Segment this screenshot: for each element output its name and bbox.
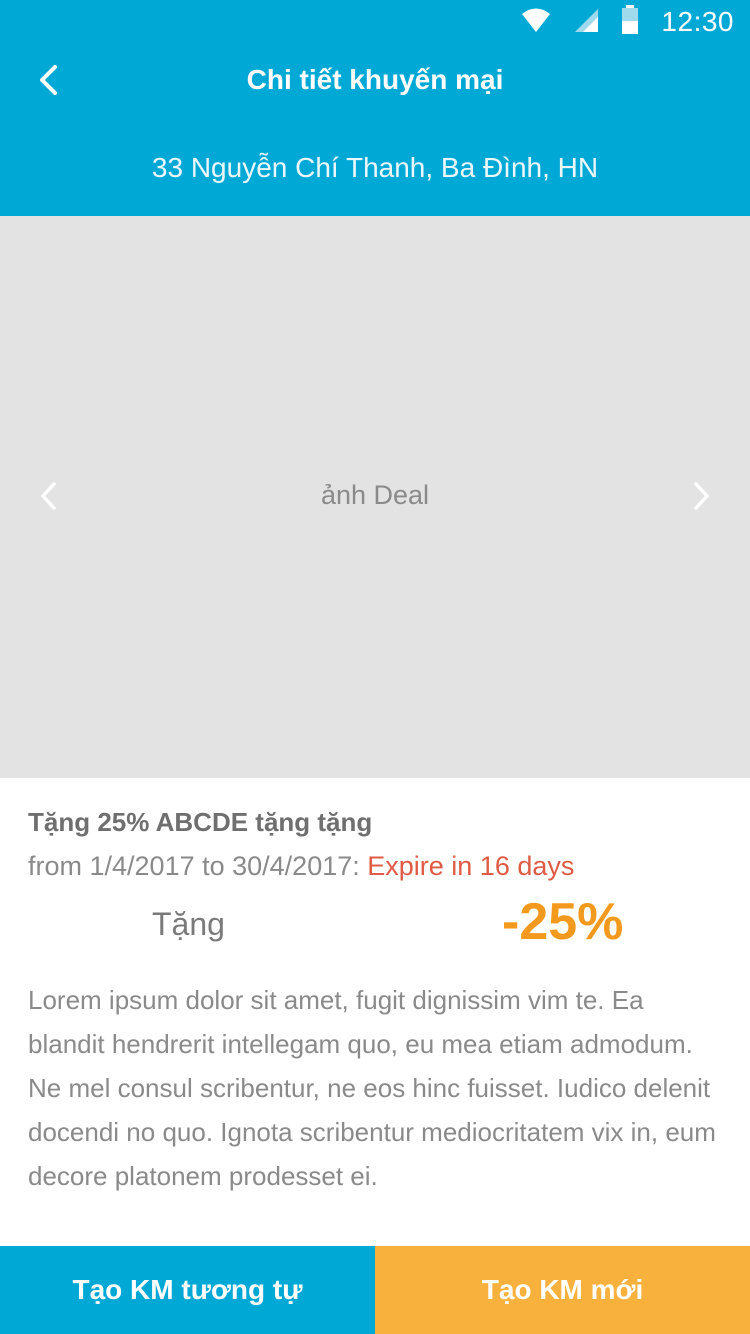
toolbar: Chi tiết khuyến mại [0, 44, 750, 120]
discount-label: Tặng [152, 906, 225, 942]
create-similar-deal-button[interactable]: Tạo KM tương tự [0, 1246, 375, 1334]
status-time: 12:30 [661, 6, 734, 37]
deal-date-range: from 1/4/2017 to 30/4/2017: [28, 851, 368, 881]
carousel-next-button[interactable] [678, 474, 726, 522]
chevron-right-icon [692, 480, 712, 517]
discount-row: Tặng -25% [28, 892, 722, 982]
wifi-icon [521, 7, 551, 38]
deal-image-carousel[interactable]: ảnh Deal [0, 216, 750, 778]
status-icons: 12:30 [521, 4, 734, 40]
discount-value: -25% [502, 893, 624, 951]
deal-image-placeholder: ảnh Deal [320, 480, 430, 510]
deal-dates: from 1/4/2017 to 30/4/2017: Expire in 16… [28, 844, 722, 888]
deal-detail-screen: 12:30 Chi tiết khuyến mại 33 Nguyễn Chí … [0, 0, 750, 1334]
bottom-action-bar: Tạo KM tương tự Tạo KM mới [0, 1246, 750, 1334]
status-bar: 12:30 [0, 0, 750, 44]
app-header: 12:30 Chi tiết khuyến mại 33 Nguyễn Chí … [0, 0, 750, 216]
deal-content: Tặng 25% ABCDE tặng tặng from 1/4/2017 t… [28, 800, 722, 1198]
deal-expire-text: Expire in 16 days [367, 851, 575, 881]
battery-icon [621, 4, 639, 40]
create-new-deal-button[interactable]: Tạo KM mới [375, 1246, 750, 1334]
cell-signal-icon [573, 7, 599, 38]
store-address: 33 Nguyễn Chí Thanh, Ba Đình, HN [151, 152, 599, 183]
page-title: Chi tiết khuyến mại [246, 64, 504, 95]
deal-description: Lorem ipsum dolor sit amet, fugit dignis… [28, 985, 716, 1191]
deal-title: Tặng 25% ABCDE tặng tặng [28, 807, 373, 837]
